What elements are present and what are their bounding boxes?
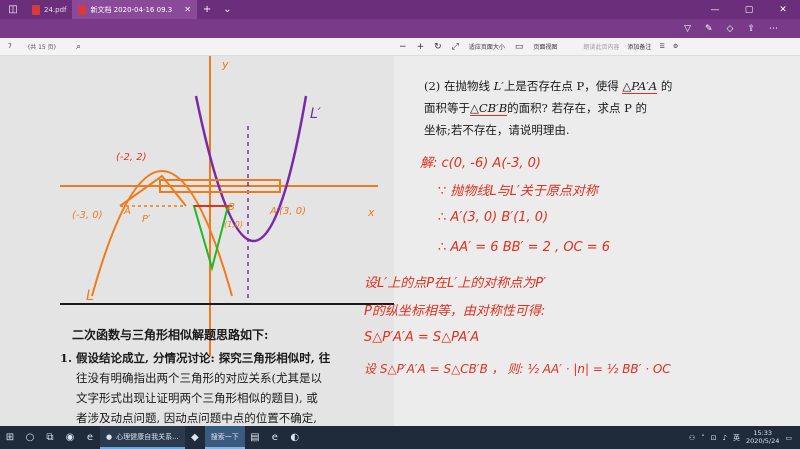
label-a: A — [124, 206, 131, 217]
point-a-prime: A′(3, 0) — [270, 206, 306, 217]
read-aloud-button[interactable]: 朗读此页内容 — [583, 42, 619, 51]
page-left: (-2, 2) (-3, 0) A P′ B (1,0) A′(3, 0) x … — [0, 56, 394, 426]
curve-lp-label: L′ — [310, 106, 321, 122]
zoom-in-button[interactable]: + — [417, 42, 425, 52]
window-controls: — ▢ ✕ — [698, 5, 800, 15]
reader-toolbar: 7 (共 15 页) ⌕ − + ↻ ⤢ 适应页面大小 ▭ 页面视图 朗读此页内… — [0, 38, 800, 56]
label-b: B — [228, 202, 235, 213]
fit-page-button[interactable]: 适应页面大小 — [469, 42, 505, 51]
question-line-3: 坐标;若不存在，请说明理由. — [424, 123, 570, 137]
taskbar-app-psych[interactable]: ● 心理健康自我关系... — [100, 426, 185, 449]
hw-lengths: ∴ AA′ = 6 BB′ = 2 , OC = 6 — [438, 240, 611, 255]
tab-new-doc[interactable]: 新文档 2020-04-16 09.3 ✕ — [72, 0, 197, 19]
system-tray: ⚇ ˄ ⊡ ♪ 英 15:33 2020/5/24 ▭ — [689, 428, 800, 446]
tab-actions-icon[interactable]: ◫ — [0, 0, 26, 19]
body-line-1: 1. 假设结论成立, 分情况讨论: 探究三角形相似时, 往 — [60, 351, 331, 365]
rotate-icon[interactable]: ↻ — [434, 42, 442, 52]
tab-label: 新文档 2020-04-16 09.3 — [90, 5, 173, 14]
tab-list-chevron-icon[interactable]: ⌄ — [217, 4, 237, 15]
point-m3-0: (-3, 0) — [72, 210, 103, 221]
body-line-4: 者涉及动点问题, 因动点问题中点的位置不确定, — [76, 411, 317, 425]
network-icon[interactable]: ⊡ — [711, 434, 717, 442]
task-view-icon[interactable]: ⧉ — [40, 426, 60, 449]
language-indicator[interactable]: 英 — [733, 433, 740, 443]
new-tab-button[interactable]: + — [197, 4, 217, 15]
tab-24pdf[interactable]: 24.pdf — [26, 0, 72, 19]
body-line-2: 往没有明确指出两个三角形的对应关系(尤其是以 — [76, 371, 322, 385]
app-icon: ● — [106, 432, 113, 441]
tab-bar: ◫ 24.pdf 新文档 2020-04-16 09.3 ✕ + ⌄ — ▢ ✕ — [0, 0, 800, 19]
question-line-1: (2) 在抛物线 L′上是否存在点 P，使得 △PA′A 的 — [424, 79, 673, 94]
taskbar-app-label: 心理健康自我关系... — [116, 432, 179, 441]
pdf-icon — [78, 4, 87, 15]
page-view-button[interactable]: 页面视图 — [533, 42, 557, 51]
ink-toolbar: ▽ ✎ ◇ ⇪ ⋯ — [0, 19, 800, 38]
app-icon[interactable]: ◆ — [185, 426, 205, 449]
browser-icon[interactable]: ◉ — [60, 426, 80, 449]
highlight-icon[interactable]: ▽ — [684, 24, 691, 34]
start-icon[interactable]: ⊞ — [0, 426, 20, 449]
tab-label: 24.pdf — [44, 5, 67, 14]
page-count: (共 15 页) — [27, 44, 56, 51]
body-line-3: 文字形式出现让证明两个三角形相似的题目), 或 — [76, 391, 318, 405]
chevron-up-icon[interactable]: ˄ — [701, 434, 705, 442]
clock[interactable]: 15:33 2020/5/24 — [746, 428, 780, 446]
hw-area-eq: S△P′A′A = S△PA′A — [364, 330, 480, 345]
page-right: (2) 在抛物线 L′上是否存在点 P，使得 △PA′A 的 面积等于△CB′B… — [364, 56, 800, 426]
zoom-out-button[interactable]: − — [399, 42, 407, 52]
label-p-prime: P′ — [142, 214, 151, 225]
hw-a-prime: ∴ A′(3, 0) B′(1, 0) — [438, 210, 549, 225]
page-input[interactable]: 7 — [8, 43, 12, 50]
draw-icon[interactable]: ✎ — [705, 24, 713, 34]
hw-solution-c: 解: c(0, -6) A(-3, 0) — [420, 156, 541, 171]
maximize-button[interactable]: ▢ — [732, 5, 766, 15]
hw-note: P的纵坐标相等，由对称性可得: — [364, 304, 546, 319]
taskbar-search-label: 搜索一下 — [210, 432, 239, 441]
axis-y-label: y — [222, 58, 229, 71]
erase-icon[interactable]: ◇ — [727, 24, 734, 34]
add-note-button[interactable]: 添加备注 — [627, 42, 651, 51]
minimize-button[interactable]: — — [698, 5, 732, 15]
search-icon[interactable]: ○ — [20, 426, 40, 449]
axis-x-label: x — [368, 206, 375, 219]
close-tab-icon[interactable]: ✕ — [184, 5, 191, 14]
curve-l-label: L — [86, 288, 94, 304]
hw-symmetry: ∵ 抛物线L与L′关于原点对称 — [438, 184, 598, 199]
close-window-button[interactable]: ✕ — [766, 5, 800, 15]
document-view: (-2, 2) (-3, 0) A P′ B (1,0) A′(3, 0) x … — [0, 56, 800, 426]
app-window: ◫ 24.pdf 新文档 2020-04-16 09.3 ✕ + ⌄ — ▢ ✕… — [0, 0, 800, 449]
more-icon[interactable]: ⋯ — [769, 24, 778, 34]
clock-time: 15:33 — [753, 428, 773, 437]
clock-date: 2020/5/24 — [746, 436, 780, 445]
notification-icon[interactable]: ▭ — [785, 434, 792, 442]
page-view-icon[interactable]: ▭ — [515, 42, 524, 52]
search-icon[interactable]: ⌕ — [76, 42, 81, 52]
ie-icon[interactable]: e — [265, 426, 285, 449]
point-m2-2: (-2, 2) — [116, 152, 147, 163]
hw-area2: 设 S△P′A′A = S△CB′B ， 则: ½ AA′ · |n| = ½ … — [364, 362, 671, 376]
question-line-2: 面积等于△CB′B的面积? 若存在，求点 P 的 — [424, 101, 648, 116]
edge-icon[interactable]: e — [80, 426, 100, 449]
pdf-icon — [32, 4, 40, 15]
hw-set-p: 设L′上的点P在L′上的对称点为P′ — [364, 276, 547, 291]
people-icon[interactable]: ⚇ — [689, 434, 695, 442]
settings-icon[interactable]: ⚙ — [673, 43, 678, 50]
toc-icon[interactable]: ☰ — [659, 43, 664, 50]
section-heading: 二次函数与三角形相似解题思路如下: — [72, 328, 269, 342]
folder-icon[interactable]: ▤ — [245, 426, 265, 449]
fit-icon[interactable]: ⤢ — [452, 42, 459, 52]
label-1-0: (1,0) — [224, 220, 243, 229]
taskbar: ⊞ ○ ⧉ ◉ e ● 心理健康自我关系... ◆ 搜索一下 ▤ e ◐ ⚇ ˄… — [0, 426, 800, 449]
share-icon[interactable]: ⇪ — [747, 24, 755, 34]
volume-icon[interactable]: ♪ — [723, 434, 727, 442]
taskbar-app-search[interactable]: 搜索一下 — [204, 426, 245, 449]
edge-pdf-icon[interactable]: ◐ — [285, 426, 305, 449]
